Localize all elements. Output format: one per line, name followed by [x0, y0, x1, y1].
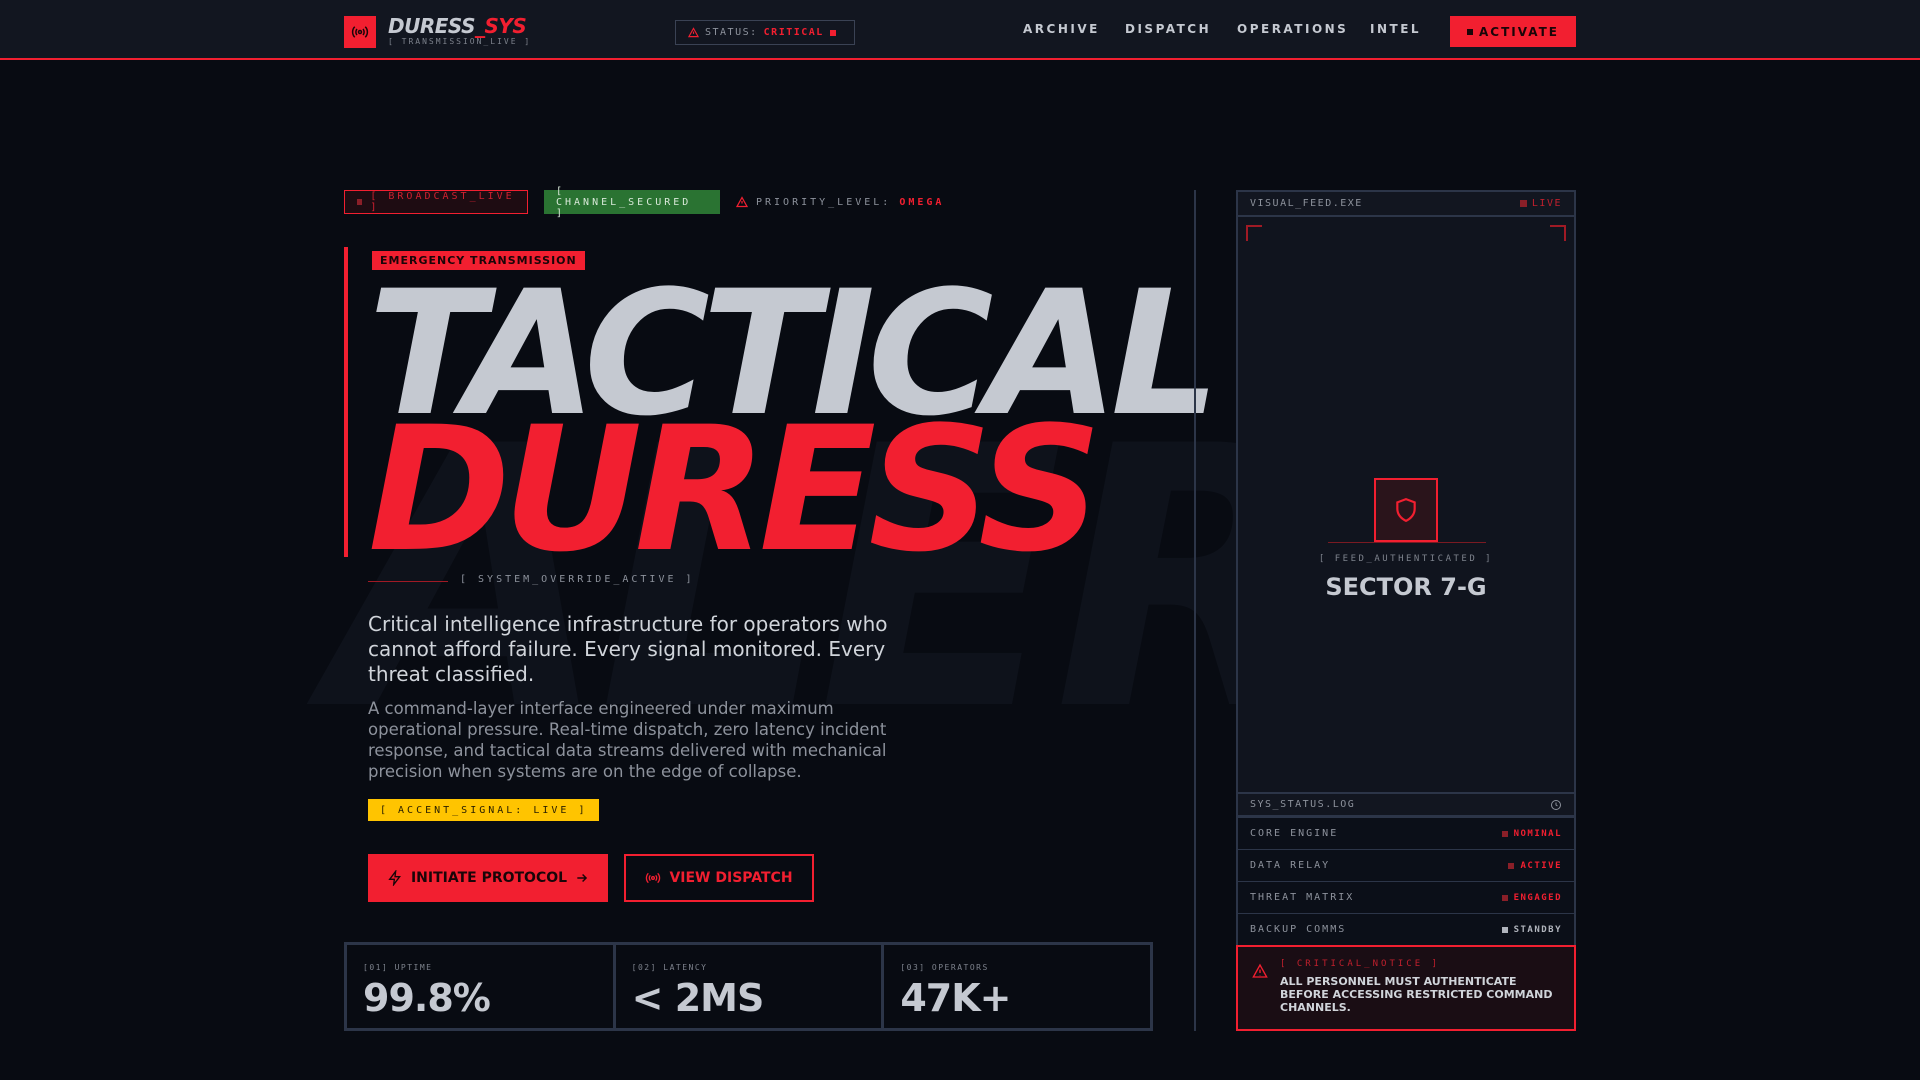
channel-secured-badge: [ CHANNEL_SECURED ] — [544, 186, 720, 219]
lightning-icon — [388, 870, 401, 886]
brand-accent: _SYS — [475, 14, 527, 38]
status-badge: ENGAGED — [1501, 892, 1562, 903]
status-log-header: SYS_STATUS.LOG — [1238, 792, 1574, 817]
status-badge: STANDBY — [1501, 924, 1562, 935]
arrow-right-icon — [577, 873, 588, 883]
sector-label: SECTOR 7-G — [1325, 573, 1487, 601]
status-text: ACTIVE — [1520, 860, 1562, 871]
feed-viewport: [ FEED_AUTHENTICATED ] SECTOR 7-G — [1238, 217, 1574, 792]
brand-main: DURESS — [388, 14, 476, 38]
status-row: CORE ENGINE NOMINAL — [1238, 817, 1574, 849]
live-indicator: LIVE — [1519, 198, 1562, 209]
status-text: STANDBY — [1513, 924, 1562, 935]
status-badge: ACTIVE — [1508, 861, 1562, 871]
stat-value: 47K+ — [900, 976, 1011, 1020]
divider-line — [368, 581, 448, 582]
stat-uptime: [01] UPTIME 99.8% — [347, 945, 616, 1028]
live-dot — [1519, 200, 1527, 207]
notice-title: [ CRITICAL_NOTICE ] — [1280, 959, 1440, 969]
broadcast-icon — [646, 872, 661, 884]
status-dot — [1508, 862, 1515, 869]
notice-text: ALL PERSONNEL MUST AUTHENTICATE BEFORE A… — [1280, 975, 1553, 1014]
square-icon — [357, 199, 363, 205]
status-dot — [829, 29, 836, 36]
row-name: BACKUP COMMS — [1250, 924, 1347, 935]
stat-latency: [02] LATENCY < 2MS — [616, 945, 885, 1028]
status-row: DATA RELAY ACTIVE — [1238, 849, 1574, 881]
row-name: THREAT MATRIX — [1250, 892, 1355, 903]
stat-label: [03] OPERATORS — [900, 963, 989, 972]
status-dot — [1501, 830, 1508, 837]
critical-notice: [ CRITICAL_NOTICE ] ALL PERSONNEL MUST A… — [1236, 945, 1576, 1031]
shield-icon — [1374, 478, 1438, 542]
corner-bracket — [1246, 225, 1262, 241]
status-text: ENGAGED — [1513, 892, 1562, 903]
status-value: CRITICAL — [763, 27, 824, 38]
status-row: BACKUP COMMS STANDBY — [1238, 913, 1574, 945]
row-name: CORE ENGINE — [1250, 828, 1339, 839]
stat-value: < 2MS — [631, 976, 765, 1020]
activate-button[interactable]: ACTIVATE — [1450, 16, 1576, 47]
square-icon — [1467, 28, 1474, 35]
priority-value: OMEGA — [899, 196, 945, 208]
button-label: INITIATE PROTOCOL — [410, 870, 568, 886]
stats-grid: [01] UPTIME 99.8% [02] LATENCY < 2MS [03] … — [344, 942, 1153, 1031]
nav-operations[interactable]: OPERATIONS — [1237, 22, 1348, 36]
corner-bracket — [1550, 225, 1566, 241]
brand-subtitle: [ TRANSMISSION_LIVE ] — [388, 37, 532, 46]
hero-lead: Critical intelligence infrastructure for… — [368, 612, 888, 686]
status-label: STATUS: — [705, 27, 758, 38]
priority-level: PRIORITY_LEVEL: OMEGA — [736, 190, 944, 214]
warning-icon — [1252, 963, 1268, 978]
status-dot — [1501, 926, 1508, 933]
accent-signal-badge: [ ACCENT_SIGNAL: LIVE ] — [368, 799, 600, 821]
clock-icon — [1551, 799, 1561, 810]
broadcast-live-badge: [ BROADCAST_LIVE ] — [344, 190, 528, 214]
badge-label: [ BROADCAST_LIVE ] — [370, 191, 515, 213]
row-name: DATA RELAY — [1250, 860, 1331, 871]
vertical-divider — [1194, 190, 1196, 1031]
live-label: LIVE — [1531, 198, 1562, 209]
visual-feed-panel: VISUAL_FEED.EXE LIVE [ FEED_AUTHENTICATE… — [1236, 190, 1576, 1031]
warning-icon — [688, 27, 699, 38]
stat-label: [01] UPTIME — [363, 963, 433, 972]
nav-dispatch[interactable]: DISPATCH — [1125, 22, 1211, 36]
broadcast-logo-icon[interactable] — [344, 16, 376, 48]
activate-label: ACTIVATE — [1479, 24, 1559, 39]
status-badge: NOMINAL — [1501, 828, 1562, 839]
stat-label: [02] LATENCY — [631, 963, 708, 972]
stat-operators: [03] OPERATORS 47K+ — [884, 945, 1150, 1028]
divider-line — [1328, 542, 1486, 543]
status-dot — [1501, 894, 1508, 901]
status-text: NOMINAL — [1513, 828, 1562, 839]
accent-bar — [344, 247, 348, 557]
warning-icon — [736, 196, 748, 208]
view-dispatch-button[interactable]: VIEW DISPATCH — [624, 854, 814, 902]
priority-label: PRIORITY_LEVEL: — [756, 196, 892, 208]
nav-archive[interactable]: ARCHIVE — [1023, 22, 1100, 36]
stat-value: 99.8% — [363, 976, 491, 1020]
hero-description: A command-layer interface engineered und… — [368, 699, 887, 781]
hero-title-line2: DURESS — [368, 389, 1102, 590]
feed-auth-label: [ FEED_AUTHENTICATED ] — [1318, 554, 1494, 564]
override-label: [ SYSTEM_OVERRIDE_ACTIVE ] — [460, 574, 695, 585]
nav-intel[interactable]: INTEL — [1370, 22, 1421, 36]
feed-title: VISUAL_FEED.EXE — [1250, 198, 1363, 209]
status-indicator: STATUS: CRITICAL — [675, 20, 855, 45]
brand-title[interactable]: DURESS_SYS — [388, 14, 527, 38]
feed-header: VISUAL_FEED.EXE LIVE — [1238, 192, 1574, 217]
initiate-protocol-button[interactable]: INITIATE PROTOCOL — [368, 854, 608, 902]
top-header: DURESS_SYS [ TRANSMISSION_LIVE ] STATUS:… — [0, 0, 1920, 60]
log-title: SYS_STATUS.LOG — [1250, 799, 1356, 810]
button-label: VIEW DISPATCH — [669, 870, 793, 886]
status-row: THREAT MATRIX ENGAGED — [1238, 881, 1574, 913]
